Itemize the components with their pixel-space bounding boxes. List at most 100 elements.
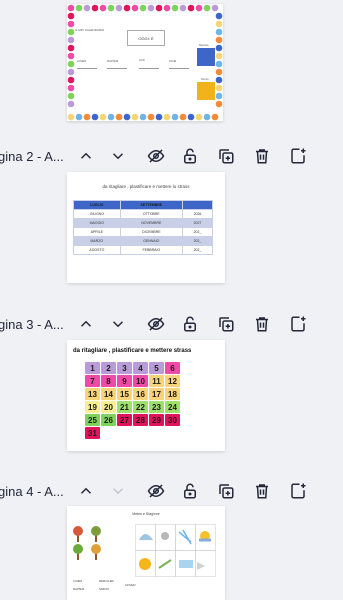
border-dot (215, 76, 223, 84)
add-page-icon[interactable] (287, 145, 309, 167)
write-line (139, 68, 159, 69)
border-dot (67, 52, 75, 60)
border-dot (215, 36, 223, 44)
page-thumbnail-2[interactable]: da ritagliare , plastificare e mettere l… (67, 172, 225, 283)
border-dot (211, 113, 219, 121)
eye-off-icon[interactable] (145, 145, 167, 167)
number-cell: 14 (101, 388, 116, 400)
write-line (169, 68, 189, 69)
table-cell (181, 200, 214, 210)
chevron-up-icon[interactable] (75, 480, 97, 502)
border-dot (67, 44, 75, 52)
border-dot (195, 113, 203, 121)
lock-open-icon[interactable] (179, 480, 201, 502)
border-dot (91, 4, 99, 12)
write-line (107, 68, 127, 69)
number-cell: 26 (101, 414, 116, 426)
page-title[interactable]: gina 3 - A... (0, 317, 64, 332)
table-cell: 2027 (181, 218, 214, 228)
chevron-down-icon[interactable] (107, 145, 129, 167)
number-cell: 15 (117, 388, 132, 400)
add-page-icon[interactable] (287, 313, 309, 335)
border-dot (179, 4, 187, 12)
border-dot (171, 4, 179, 12)
border-dot (187, 113, 195, 121)
table-row: APRILE DICEMBRE 202_ (73, 227, 214, 237)
table-cell: MAGGIO (73, 218, 121, 228)
border-dot (215, 52, 223, 60)
border-dot (215, 44, 223, 52)
table-cell: 2026 (181, 209, 214, 219)
number-cell: 17 (149, 388, 164, 400)
number-cell: 22 (133, 401, 148, 413)
day-label: LUNI (139, 59, 145, 62)
page-thumbnail-1[interactable]: IL MIO CALENDARIO OGGI: È LUNEDI MARTEDI… (67, 4, 223, 121)
weather-label: Risposte (199, 44, 209, 47)
day-label: MARTEDI (73, 588, 85, 591)
trash-icon[interactable] (251, 480, 273, 502)
number-cell: 9 (117, 375, 132, 387)
duplicate-icon[interactable] (215, 313, 237, 335)
chevron-up-icon[interactable] (75, 145, 97, 167)
season-trees (73, 520, 113, 560)
lock-open-icon[interactable] (179, 145, 201, 167)
page-thumbnail-3[interactable]: da ritagliare , plastificare e mettere s… (67, 340, 225, 451)
duplicate-icon[interactable] (215, 480, 237, 502)
blue-square (197, 48, 215, 66)
page-heading: da ritagliare , plastificare e mettere l… (102, 184, 190, 189)
border-dot (163, 113, 171, 121)
border-dot (215, 84, 223, 92)
trash-icon[interactable] (251, 145, 273, 167)
border-dot (123, 4, 131, 12)
trash-icon[interactable] (251, 313, 273, 335)
border-dot (99, 4, 107, 12)
number-cell: 18 (165, 388, 180, 400)
border-dot (203, 113, 211, 121)
border-dot (179, 113, 187, 121)
border-dot (99, 113, 107, 121)
border-dot (171, 113, 179, 121)
border-dot (215, 68, 223, 76)
number-cell: 2 (101, 362, 116, 374)
chevron-up-icon[interactable] (75, 313, 97, 335)
chevron-down-icon[interactable] (107, 480, 129, 502)
border-dot (139, 113, 147, 121)
border-dot (139, 4, 147, 12)
number-cell: 20 (101, 401, 116, 413)
table-cell: 202_ (181, 236, 214, 246)
eye-off-icon[interactable] (145, 313, 167, 335)
add-page-icon[interactable] (287, 480, 309, 502)
lock-open-icon[interactable] (179, 313, 201, 335)
yellow-square (197, 82, 215, 100)
number-cell: 31 (85, 427, 100, 439)
table-cell: FEBBRAIO (119, 245, 183, 255)
page-title[interactable]: gina 2 - A... (0, 149, 64, 164)
border-dot (67, 100, 75, 108)
border-dot (75, 113, 83, 121)
number-cell: 19 (85, 401, 100, 413)
number-cell: 1 (85, 362, 100, 374)
eye-off-icon[interactable] (145, 480, 167, 502)
page-heading: da ritagliare , plastificare e mettere s… (73, 348, 192, 354)
day-label: MERCOLEDI (99, 580, 114, 583)
duplicate-icon[interactable] (215, 145, 237, 167)
border-dot (67, 113, 75, 121)
border-dot (211, 4, 219, 12)
number-cell: 5 (149, 362, 164, 374)
chevron-down-icon[interactable] (107, 313, 129, 335)
weather-icons (135, 524, 217, 578)
border-dot (67, 12, 75, 20)
page-title[interactable]: gina 4 - A... (0, 484, 64, 499)
number-cell: 12 (165, 375, 180, 387)
number-cell: 25 (85, 414, 100, 426)
border-dot (67, 20, 75, 28)
border-dot (203, 4, 211, 12)
number-cell: 10 (133, 375, 148, 387)
number-cell: 4 (133, 362, 148, 374)
page-thumbnail-4[interactable]: Meteo e Stagione LUNEDI MERCOLEDI GIOVED… (67, 506, 225, 600)
table-cell: APRILE (73, 227, 121, 237)
table-row: MARZO GENNAIO 202_ (73, 236, 214, 246)
day-label: JOVEI (169, 60, 177, 63)
border-dot (67, 92, 75, 100)
season-label: Tempo (201, 78, 209, 81)
